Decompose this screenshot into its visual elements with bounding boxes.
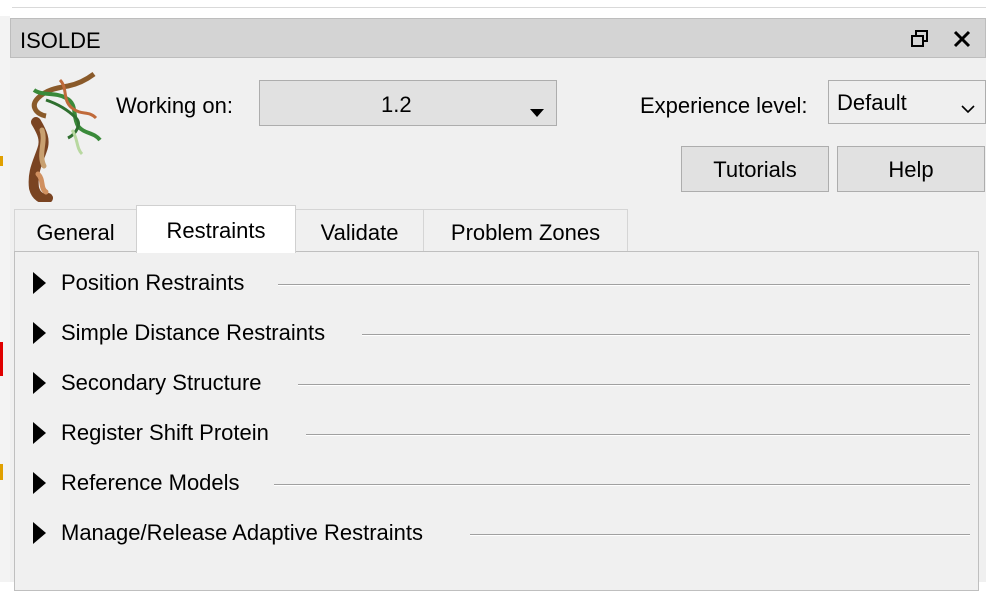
- experience-level-value: Default: [837, 90, 907, 115]
- section-label: Register Shift Protein: [61, 420, 269, 445]
- section-register-shift-protein[interactable]: Register Shift Protein: [15, 414, 978, 454]
- tab-restraints[interactable]: Restraints: [136, 205, 296, 253]
- left-edge: [0, 16, 10, 582]
- section-label: Secondary Structure: [61, 370, 262, 395]
- expand-triangle-icon[interactable]: [33, 422, 46, 444]
- dropdown-arrow-icon: [530, 98, 544, 124]
- window-title: ISOLDE: [20, 28, 101, 53]
- expand-triangle-icon[interactable]: [33, 522, 46, 544]
- section-divider: [278, 284, 970, 286]
- help-label: Help: [888, 157, 934, 182]
- tab-problem-zones-label: Problem Zones: [450, 220, 601, 245]
- working-on-dropdown[interactable]: 1.2: [259, 80, 557, 126]
- tab-restraints-label: Restraints: [166, 218, 266, 243]
- title-bar[interactable]: ISOLDE: [10, 18, 986, 58]
- section-manage-release-adaptive-restraints[interactable]: Manage/Release Adaptive Restraints: [15, 514, 978, 554]
- help-button[interactable]: Help: [837, 146, 985, 192]
- expand-triangle-icon[interactable]: [33, 322, 46, 344]
- isolde-logo: [16, 70, 108, 204]
- section-simple-distance-restraints[interactable]: Simple Distance Restraints: [15, 314, 978, 354]
- isolde-panel: ISOLDE Working on: 1.2 Experience level:…: [10, 18, 986, 591]
- expand-triangle-icon[interactable]: [33, 472, 46, 494]
- section-divider: [298, 384, 970, 386]
- tab-validate-label: Validate: [320, 220, 399, 245]
- working-on-value: 1.2: [381, 92, 412, 117]
- restraints-tab-content: Position Restraints Simple Distance Rest…: [14, 251, 979, 591]
- section-label: Simple Distance Restraints: [61, 320, 326, 345]
- chevron-down-icon: [961, 95, 975, 121]
- top-edge: [0, 0, 986, 16]
- tab-validate[interactable]: Validate: [295, 209, 424, 251]
- restore-icon[interactable]: [907, 26, 933, 52]
- experience-level-label: Experience level:: [640, 93, 808, 118]
- section-reference-models[interactable]: Reference Models: [15, 464, 978, 504]
- section-position-restraints[interactable]: Position Restraints: [15, 264, 978, 304]
- section-label: Manage/Release Adaptive Restraints: [61, 520, 423, 545]
- section-divider: [306, 434, 970, 436]
- close-icon[interactable]: [949, 26, 975, 52]
- experience-level-dropdown[interactable]: Default: [828, 80, 986, 124]
- tab-problem-zones[interactable]: Problem Zones: [423, 209, 628, 251]
- tab-general-label: General: [36, 220, 115, 245]
- expand-triangle-icon[interactable]: [33, 372, 46, 394]
- section-divider: [470, 534, 970, 536]
- tutorials-label: Tutorials: [713, 157, 797, 182]
- tab-general[interactable]: General: [14, 209, 137, 251]
- section-divider: [274, 484, 970, 486]
- section-label: Position Restraints: [61, 270, 245, 295]
- section-label: Reference Models: [61, 470, 240, 495]
- section-divider: [362, 334, 970, 336]
- working-on-label: Working on:: [116, 93, 233, 118]
- section-secondary-structure[interactable]: Secondary Structure: [15, 364, 978, 404]
- tutorials-button[interactable]: Tutorials: [681, 146, 829, 192]
- expand-triangle-icon[interactable]: [33, 272, 46, 294]
